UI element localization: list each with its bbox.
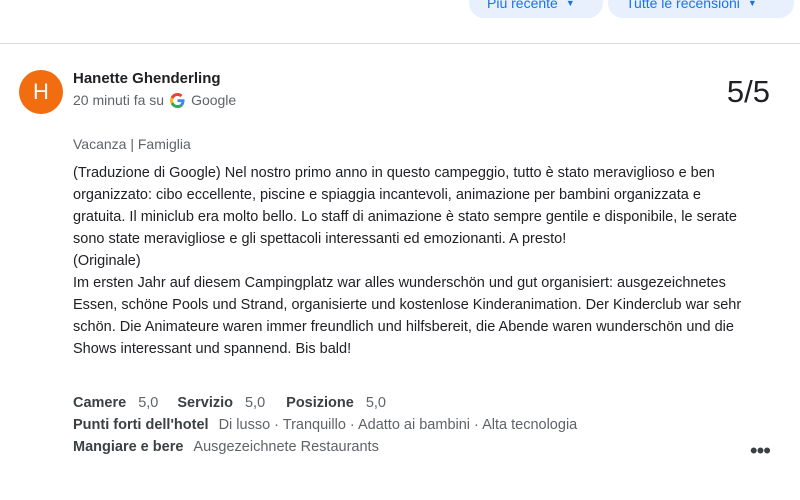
- food-drink: Mangiare e bere Ausgezeichnete Restauran…: [73, 436, 577, 458]
- divider: [0, 43, 800, 44]
- trip-separator: |: [130, 136, 134, 152]
- rating-label-location: Posizione: [286, 395, 354, 411]
- food-label: Mangiare e bere: [73, 439, 184, 455]
- sort-dropdown[interactable]: Più recente ▼: [469, 0, 603, 18]
- review-time: 20 minuti fa su: [73, 92, 165, 108]
- rating-label-service: Servizio: [177, 395, 233, 411]
- original-label: (Originale): [73, 253, 141, 269]
- reviewer-name[interactable]: Hanette Ghenderling: [73, 70, 221, 87]
- rating-value-location: 5,0: [365, 395, 387, 411]
- hotel-highlights: Punti forti dell'hotel Di lusso · Tranqu…: [73, 414, 577, 436]
- trip-type: Vacanza: [73, 136, 127, 152]
- category-ratings: Camere 5,0 Servizio 5,0 Posizione 5,0: [73, 392, 577, 414]
- highlights-label: Punti forti dell'hotel: [73, 417, 209, 433]
- filter-bar: Più recente ▼ Tutte le recensioni ▼: [0, 0, 800, 18]
- ratings-section: Camere 5,0 Servizio 5,0 Posizione 5,0 Pu…: [73, 392, 577, 458]
- more-horizontal-icon[interactable]: •••: [750, 438, 771, 464]
- review-source: Google: [191, 92, 237, 108]
- sort-label: Più recente: [487, 0, 558, 11]
- avatar-initial: H: [33, 79, 49, 104]
- review-score: 5/5: [726, 74, 770, 109]
- food-value: Ausgezeichnete Restaurants: [193, 439, 379, 455]
- google-g-icon: [170, 92, 185, 108]
- rating-label-rooms: Camere: [73, 395, 127, 411]
- scope-dropdown[interactable]: Tutte le recensioni ▼: [608, 0, 794, 18]
- review-body: (Traduzione di Google) Nel nostro primo …: [73, 162, 753, 360]
- scope-label: Tutte le recensioni: [626, 0, 740, 11]
- trip-info: Vacanza | Famiglia: [73, 136, 191, 152]
- review-meta: 20 minuti fa su Google: [73, 92, 236, 108]
- avatar[interactable]: H: [19, 70, 63, 114]
- original-text: Im ersten Jahr auf diesem Campingplatz w…: [73, 275, 742, 357]
- caret-down-icon: ▼: [747, 0, 757, 8]
- rating-value-service: 5,0: [244, 395, 266, 411]
- translated-text: (Traduzione di Google) Nel nostro primo …: [73, 165, 737, 247]
- rating-value-rooms: 5,0: [138, 395, 159, 411]
- caret-down-icon: ▼: [565, 0, 575, 8]
- highlights-value: Di lusso · Tranquillo · Adatto ai bambin…: [218, 417, 578, 433]
- trip-company: Famiglia: [137, 136, 191, 152]
